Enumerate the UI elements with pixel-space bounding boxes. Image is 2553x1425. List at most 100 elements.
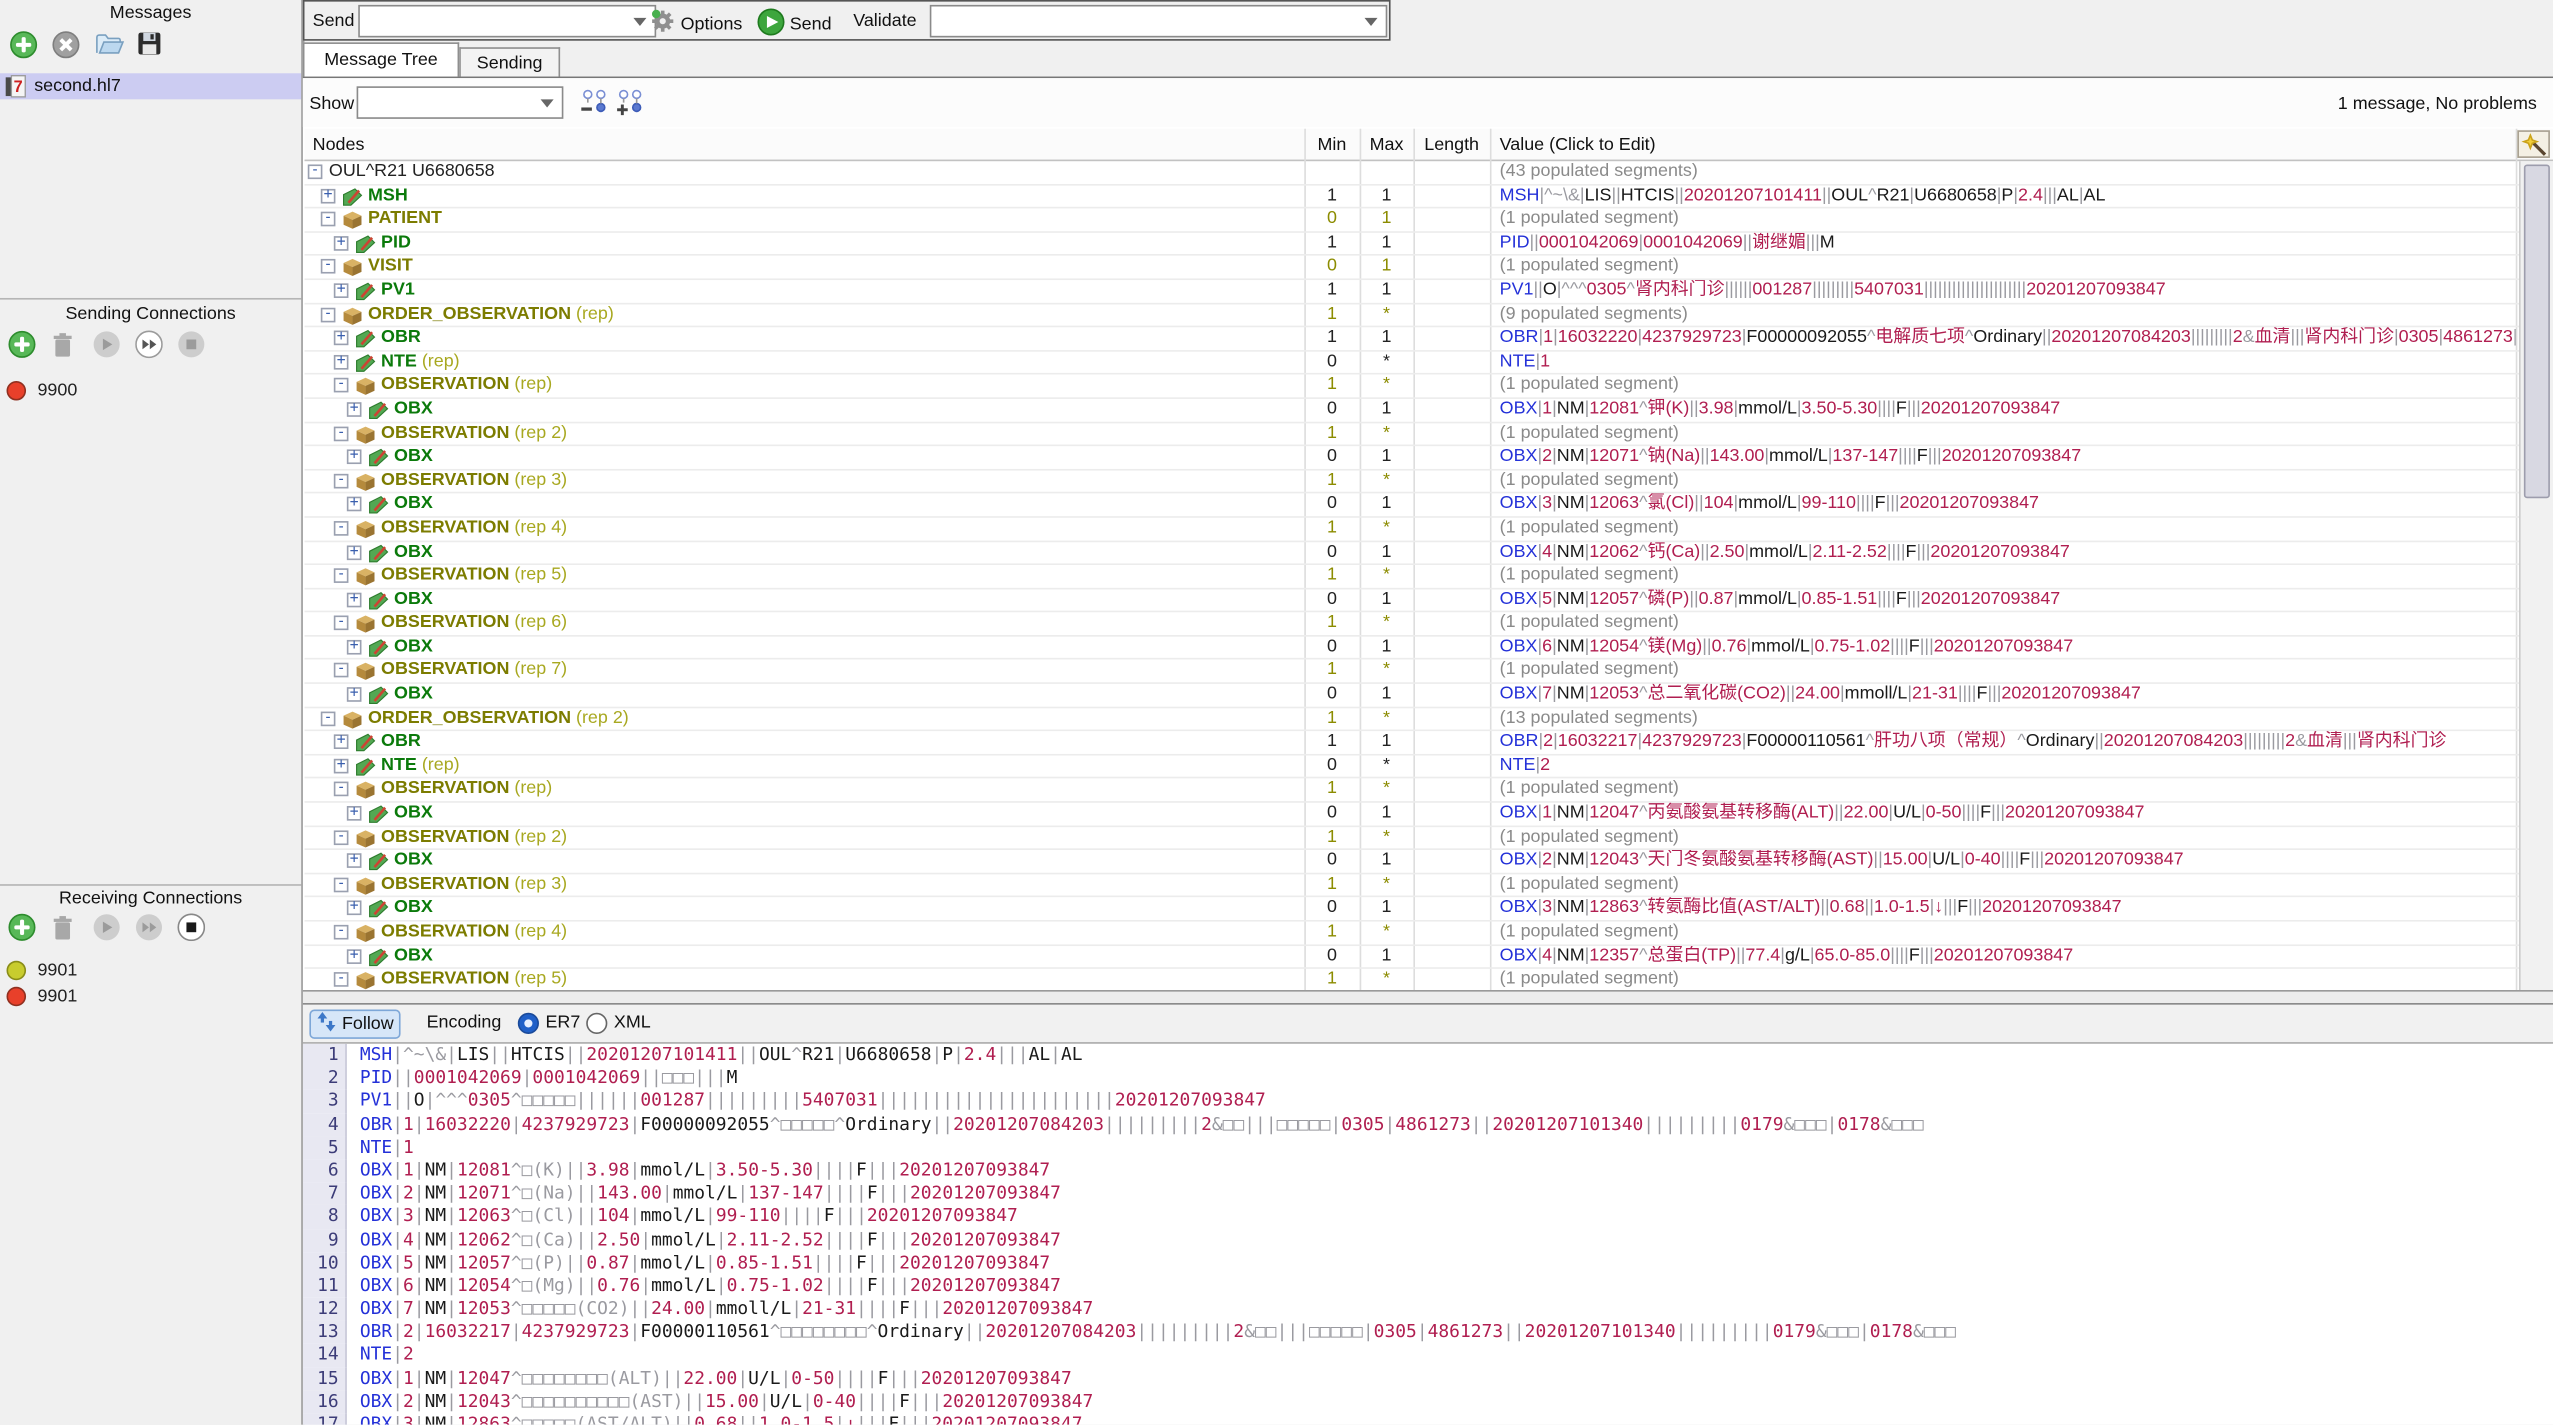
send-target-combobox[interactable]: 9900	[358, 5, 656, 38]
expand-node-icon[interactable]: +	[347, 687, 362, 702]
collapse-node-icon[interactable]: -	[334, 663, 349, 678]
value-cell[interactable]: OBR|2|16032217|4237929723|F00000110561^肝…	[1500, 732, 2516, 754]
expand-node-icon[interactable]: +	[347, 640, 362, 655]
expand-node-icon[interactable]: +	[334, 331, 349, 346]
tree-row[interactable]: +MSH11MSH|^~\&|LIS||HTCIS||2020120710141…	[304, 185, 2553, 209]
collapse-node-icon[interactable]: -	[334, 616, 349, 631]
value-cell[interactable]: (1 populated segment)	[1500, 518, 2516, 540]
tree-row[interactable]: +OBX01OBX|3|NM|12863^转氨酶比值(AST/ALT)||0.6…	[304, 898, 2553, 922]
value-cell[interactable]: (43 populated segments)	[1500, 161, 2516, 183]
message-line[interactable]: 10OBX|5|NM|12057^□(P)||0.87|mmol/L|0.85-…	[303, 1252, 2553, 1275]
expand-node-icon[interactable]: +	[321, 188, 336, 203]
message-line[interactable]: 2PID||0001042069|0001042069||□□□|||M	[303, 1067, 2553, 1090]
tree-row[interactable]: -OBSERVATION (rep 6)1*(1 populated segme…	[304, 613, 2553, 637]
value-cell[interactable]: OBX|4|NM|12062^钙(Ca)||2.50|mmol/L|2.11-2…	[1500, 541, 2516, 563]
expand-node-icon[interactable]: +	[347, 592, 362, 607]
value-cell[interactable]: (1 populated segment)	[1500, 256, 2516, 278]
expand-node-icon[interactable]: +	[347, 545, 362, 560]
expand-node-icon[interactable]: +	[347, 497, 362, 512]
tree-row[interactable]: -OBSERVATION (rep 7)1*(1 populated segme…	[304, 660, 2553, 684]
collapse-node-icon[interactable]: -	[321, 307, 336, 322]
tree-row[interactable]: +OBX01OBX|6|NM|12054^镁(Mg)||0.76|mmol/L|…	[304, 636, 2553, 660]
value-cell[interactable]: OBR|1|16032220|4237929723|F00000092055^电…	[1500, 328, 2516, 350]
collapse-node-icon[interactable]: -	[321, 711, 336, 726]
tree-row[interactable]: -OBSERVATION (rep 3)1*(1 populated segme…	[304, 874, 2553, 898]
tree-row[interactable]: +OBR11OBR|2|16032217|4237929723|F0000011…	[304, 732, 2553, 756]
tree-row[interactable]: -OBSERVATION (rep)1*(1 populated segment…	[304, 375, 2553, 399]
collapse-node-icon[interactable]: -	[334, 877, 349, 892]
collapse-node-icon[interactable]: -	[334, 473, 349, 488]
horizontal-splitter[interactable]	[303, 990, 2553, 1003]
value-cell[interactable]: (1 populated segment)	[1500, 565, 2516, 587]
value-cell[interactable]: (1 populated segment)	[1500, 922, 2516, 944]
tree-row[interactable]: +OBX01OBX|3|NM|12063^氯(Cl)||104|mmol/L|9…	[304, 494, 2553, 518]
expand-node-icon[interactable]: +	[334, 236, 349, 251]
message-list-item[interactable]: 7second.hl7	[0, 73, 301, 99]
value-cell[interactable]: OBX|2|NM|12071^钠(Na)||143.00|mmol/L|137-…	[1500, 446, 2516, 468]
expand-node-icon[interactable]: +	[347, 402, 362, 417]
delete-connection-icon[interactable]	[50, 331, 79, 359]
message-line[interactable]: 8OBX|3|NM|12063^□(Cl)||104|mmol/L|99-110…	[303, 1205, 2553, 1228]
collapse-node-icon[interactable]: -	[334, 568, 349, 583]
start-connection-icon[interactable]	[93, 331, 122, 359]
connection-list-item[interactable]: 9901	[0, 957, 301, 983]
open-file-icon[interactable]	[94, 31, 123, 59]
tree-row[interactable]: +OBX01OBX|2|NM|12043^天门冬氨酸氨基转移酶(AST)||15…	[304, 850, 2553, 874]
value-cell[interactable]: (1 populated segment)	[1500, 470, 2516, 492]
tree-row[interactable]: +OBX01OBX|4|NM|12357^总蛋白(TP)||77.4|g/L|6…	[304, 945, 2553, 969]
tree-row[interactable]: +OBX01OBX|5|NM|12057^磷(P)||0.87|mmol/L|0…	[304, 589, 2553, 613]
tree-scrollbar[interactable]	[2519, 161, 2553, 991]
value-cell[interactable]: OBX|7|NM|12053^总二氧化碳(CO2)||24.00|mmoll/L…	[1500, 684, 2516, 706]
start-connection-icon[interactable]	[93, 913, 122, 941]
add-connection-icon[interactable]	[8, 913, 37, 941]
tree-row[interactable]: +NTE (rep)0*NTE|2	[304, 755, 2553, 779]
expand-node-icon[interactable]: +	[334, 759, 349, 774]
expand-node-icon[interactable]: +	[347, 450, 362, 465]
send-button[interactable]: Send	[757, 8, 831, 41]
message-line[interactable]: 6OBX|1|NM|12081^□(K)||3.98|mmol/L|3.50-5…	[303, 1159, 2553, 1182]
message-line[interactable]: 1MSH|^~\&|LIS||HTCIS||20201207101411||OU…	[303, 1044, 2553, 1067]
tree-row[interactable]: +OBX01OBX|1|NM|12081^钾(K)||3.98|mmol/L|3…	[304, 399, 2553, 423]
show-combobox[interactable]: Populated	[357, 86, 564, 119]
tab-sending[interactable]: Sending	[459, 47, 560, 76]
add-message-icon[interactable]	[10, 31, 39, 59]
value-cell[interactable]: (1 populated segment)	[1500, 375, 2516, 397]
value-cell[interactable]: PID||0001042069|0001042069||谢继媚|||M	[1500, 232, 2516, 254]
value-cell[interactable]: (1 populated segment)	[1500, 874, 2516, 896]
value-cell[interactable]: OBX|2|NM|12043^天门冬氨酸氨基转移酶(AST)||15.00|U/…	[1500, 850, 2516, 872]
value-cell[interactable]: OBX|4|NM|12357^总蛋白(TP)||77.4|g/L|65.0-85…	[1500, 945, 2516, 967]
collapse-node-icon[interactable]: -	[334, 972, 349, 987]
value-cell[interactable]: (13 populated segments)	[1500, 708, 2516, 730]
value-cell[interactable]: (1 populated segment)	[1500, 209, 2516, 231]
value-cell[interactable]: (1 populated segment)	[1500, 423, 2516, 445]
expand-node-icon[interactable]: +	[334, 283, 349, 298]
value-cell[interactable]: (1 populated segment)	[1500, 969, 2516, 991]
stop-connection-icon[interactable]	[177, 913, 206, 941]
collapse-node-icon[interactable]: -	[334, 426, 349, 441]
tree-row[interactable]: -OBSERVATION (rep)1*(1 populated segment…	[304, 779, 2553, 803]
tree-row[interactable]: -VISIT01(1 populated segment)	[304, 256, 2553, 280]
sidebar-divider-2[interactable]	[0, 884, 301, 886]
value-cell[interactable]: OBX|1|NM|12081^钾(K)||3.98|mmol/L|3.50-5.…	[1500, 399, 2516, 421]
tree-row[interactable]: -ORDER_OBSERVATION (rep)1*(9 populated s…	[304, 304, 2553, 328]
tab-message-tree[interactable]: Message Tree	[303, 42, 459, 76]
expand-all-icon[interactable]	[615, 88, 644, 121]
value-cell[interactable]: OBX|5|NM|12057^磷(P)||0.87|mmol/L|0.85-1.…	[1500, 589, 2516, 611]
tree-row[interactable]: +OBX01OBX|1|NM|12047^丙氨酸氨基转移酶(ALT)||22.0…	[304, 803, 2553, 827]
message-line[interactable]: 5NTE|1	[303, 1136, 2553, 1159]
collapse-node-icon[interactable]: -	[308, 164, 323, 179]
stop-connection-icon[interactable]	[177, 331, 206, 359]
tree-row[interactable]: +PV111PV1||O|^^^0305^肾内科门诊||||||001287||…	[304, 280, 2553, 304]
value-cell[interactable]: (1 populated segment)	[1500, 660, 2516, 682]
tree-row[interactable]: -OBSERVATION (rep 2)1*(1 populated segme…	[304, 827, 2553, 851]
tree-row[interactable]: -OBSERVATION (rep 5)1*(1 populated segme…	[304, 969, 2553, 991]
value-cell[interactable]: NTE|2	[1500, 755, 2516, 777]
tree-row[interactable]: -OBSERVATION (rep 3)1*(1 populated segme…	[304, 470, 2553, 494]
scrollbar-thumb[interactable]	[2524, 164, 2550, 498]
radio-er7[interactable]	[518, 1013, 539, 1034]
close-message-icon[interactable]	[52, 31, 81, 59]
value-cell[interactable]: OBX|3|NM|12863^转氨酶比值(AST/ALT)||0.68||1.0…	[1500, 898, 2516, 920]
message-line[interactable]: 12OBX|7|NM|12053^□□□□□(CO2)||24.00|mmoll…	[303, 1298, 2553, 1321]
tree-row[interactable]: -OUL^R21 U6680658(43 populated segments)	[304, 161, 2553, 185]
connection-list-item[interactable]: 9900	[0, 378, 301, 404]
